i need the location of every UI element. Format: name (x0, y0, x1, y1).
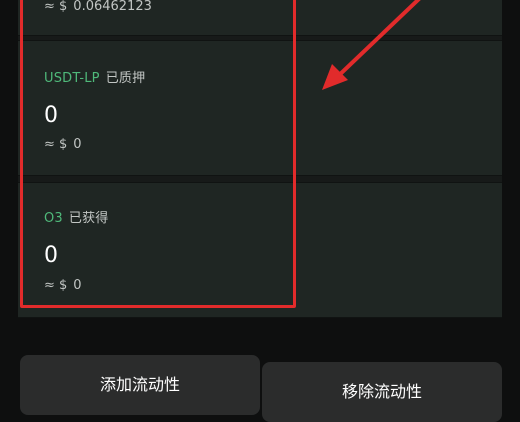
approx-symbol: ≈ $ (44, 278, 68, 293)
token-name: O3 (44, 211, 63, 226)
staked-amount: 0 (44, 103, 58, 128)
earned-o3-card: O3 已获得 0 ≈ $ 0 (18, 182, 502, 318)
approx-symbol: ≈ $ (44, 137, 68, 152)
approx-value: 0 (73, 137, 82, 152)
card-label: O3 已获得 (44, 207, 109, 226)
usd-approx-row: ≈ $ 0.06462123 (44, 0, 152, 14)
token-status: 已质押 (105, 71, 146, 86)
usd-approx-row: ≈ $ 0 (44, 137, 82, 152)
approx-value: 0 (73, 278, 82, 293)
approx-symbol: ≈ $ (44, 0, 68, 14)
token-status: 已获得 (68, 211, 109, 226)
usd-approx-row: ≈ $ 0 (44, 278, 82, 293)
token-name: USDT-LP (44, 71, 100, 86)
earned-amount: 0 (44, 243, 58, 268)
reward-card-top: ≈ $ 0.06462123 (18, 0, 502, 36)
add-liquidity-button[interactable]: 添加流动性 (20, 355, 260, 415)
card-label: USDT-LP 已质押 (44, 67, 145, 86)
remove-liquidity-button[interactable]: 移除流动性 (262, 362, 502, 422)
staked-usdt-lp-card: USDT-LP 已质押 0 ≈ $ 0 (18, 40, 502, 176)
approx-value: 0.06462123 (73, 0, 152, 14)
